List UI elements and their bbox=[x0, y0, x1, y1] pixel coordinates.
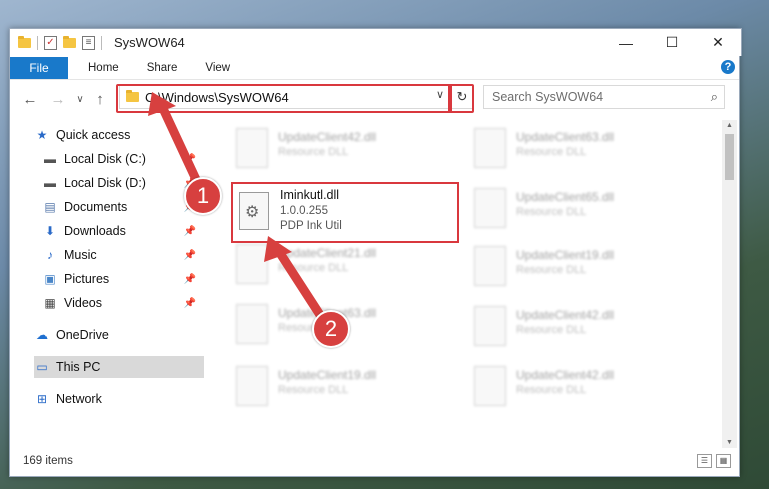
annotation-arrows bbox=[148, 92, 327, 323]
arrow-1-shaft bbox=[155, 97, 205, 193]
arrow-2-shaft bbox=[273, 245, 327, 323]
step-badge-1: 1 bbox=[184, 177, 222, 215]
step-badge-2: 2 bbox=[312, 310, 350, 348]
